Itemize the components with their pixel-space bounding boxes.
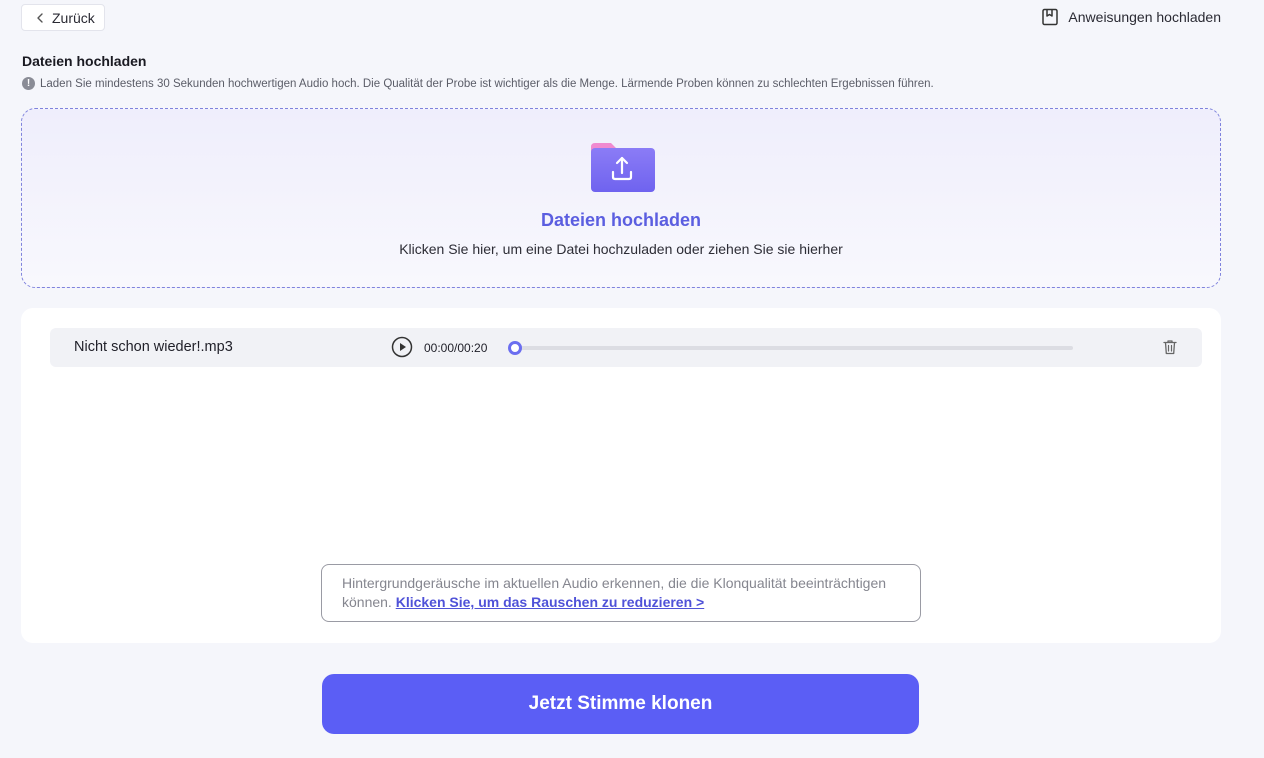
files-panel: Nicht schon wieder!.mp3 00:00/00:20 Hint… bbox=[21, 308, 1221, 643]
back-button[interactable]: Zurück bbox=[21, 4, 105, 31]
voice-clone-upload-page: Zurück Anweisungen hochladen Dateien hoc… bbox=[0, 0, 1264, 758]
dropzone-title: Dateien hochladen bbox=[540, 210, 702, 230]
play-icon[interactable] bbox=[391, 336, 413, 358]
back-button-label: Zurück bbox=[52, 9, 95, 26]
progress-handle[interactable] bbox=[508, 341, 522, 355]
file-name: Nicht schon wieder!.mp3 bbox=[74, 339, 233, 355]
progress-slider[interactable] bbox=[508, 341, 1073, 355]
upload-instructions-button[interactable]: Anweisungen hochladen bbox=[1040, 7, 1221, 27]
playback-time: 00:00/00:20 bbox=[424, 341, 488, 355]
book-icon bbox=[1042, 8, 1059, 26]
section-hint-text: Laden Sie mindestens 30 Sekunden hochwer… bbox=[40, 77, 934, 90]
section-hint: ! Laden Sie mindestens 30 Sekunden hochw… bbox=[22, 77, 934, 90]
audio-file-row: Nicht schon wieder!.mp3 00:00/00:20 bbox=[50, 328, 1202, 367]
folder-upload-icon bbox=[591, 143, 655, 192]
clone-voice-button[interactable]: Jetzt Stimme klonen bbox=[322, 674, 919, 734]
upload-instructions-label: Anweisungen hochladen bbox=[1068, 9, 1221, 25]
upload-dropzone[interactable]: Dateien hochladen Klicken Sie hier, um e… bbox=[21, 108, 1221, 288]
noise-notice: Hintergrundgeräusche im aktuellen Audio … bbox=[321, 564, 921, 622]
reduce-noise-link[interactable]: Klicken Sie, um das Rauschen zu reduzier… bbox=[396, 594, 705, 610]
section-title: Dateien hochladen bbox=[22, 53, 147, 69]
trash-icon[interactable] bbox=[1161, 338, 1179, 356]
chevron-left-icon bbox=[37, 12, 43, 23]
info-icon: ! bbox=[22, 77, 35, 90]
dropzone-subtitle: Klicken Sie hier, um eine Datei hochzula… bbox=[399, 241, 843, 257]
